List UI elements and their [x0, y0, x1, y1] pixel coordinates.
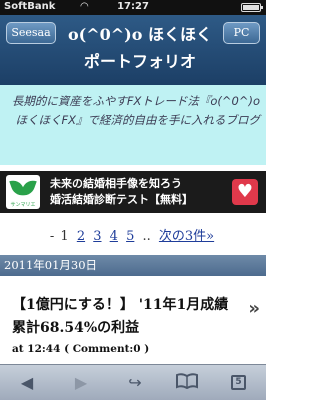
browser-toolbar: ◀ ▶ ↪ 5 — [0, 364, 266, 400]
ad-banner[interactable]: サンマリエ 未来の結婚相手像を知ろう 婚活結婚診断テスト【無料】 ♥ — [0, 171, 266, 213]
open-book-icon — [176, 373, 198, 390]
share-icon[interactable]: ↪ — [120, 373, 150, 393]
entry-meta: at 12:44 ( Comment:0 ) — [12, 343, 150, 355]
pager-link-3[interactable]: 3 — [93, 229, 101, 244]
pager-link-4[interactable]: 4 — [110, 229, 118, 244]
heart-icon: ♥ — [232, 179, 258, 205]
site-title[interactable]: o(^0^)o ほくほくポートフォリオ — [62, 21, 218, 75]
blog-description: 長期的に資産をふやすFXトレード法『o(^0^)o ほくほくFX』で経済的自由を… — [0, 85, 266, 165]
pager-prefix: - — [49, 229, 55, 244]
pager-link-5[interactable]: 5 — [126, 229, 134, 244]
battery-icon — [241, 3, 263, 12]
ad-line-1: 未来の結婚相手像を知ろう — [50, 177, 182, 190]
logo-caption: サンマリエ — [10, 202, 36, 208]
status-bar: SoftBank ◠ 17:27 — [0, 0, 266, 15]
pager-dots: .. — [142, 229, 151, 244]
bookmarks-icon[interactable] — [172, 373, 202, 393]
tabs-button[interactable]: 5 — [224, 373, 254, 393]
ad-text: 未来の結婚相手像を知ろう 婚活結婚診断テスト【無料】 — [50, 176, 193, 208]
forward-icon[interactable]: ▶ — [66, 373, 96, 393]
entry-arrow-icon[interactable]: » — [248, 298, 260, 319]
pagination: - 1 2 3 4 5 .. 次の3件» — [0, 225, 266, 244]
seesaa-button[interactable]: Seesaa — [6, 22, 56, 44]
entry-item[interactable]: 【1億円にする！】 '11年1月成績 累計68.54%の利益 » at 12:4… — [0, 276, 266, 364]
pc-view-button[interactable]: PC — [223, 22, 260, 44]
pager-next-link[interactable]: 次の3件» — [159, 229, 214, 244]
ad-line-2: 婚活結婚診断テスト【無料】 — [50, 193, 193, 206]
sunmarie-logo-icon: サンマリエ — [6, 175, 40, 209]
clock: 17:27 — [117, 1, 149, 12]
pager-link-2[interactable]: 2 — [77, 229, 85, 244]
entry-title[interactable]: 【1億円にする！】 '11年1月成績 累計68.54%の利益 — [12, 294, 242, 340]
date-header: 2011年01月30日 — [0, 255, 266, 276]
back-icon[interactable]: ◀ — [12, 373, 42, 393]
pager-current: 1 — [60, 229, 69, 244]
tabs-count: 5 — [231, 375, 246, 390]
site-header: Seesaa o(^0^)o ほくほくポートフォリオ PC — [0, 15, 266, 85]
